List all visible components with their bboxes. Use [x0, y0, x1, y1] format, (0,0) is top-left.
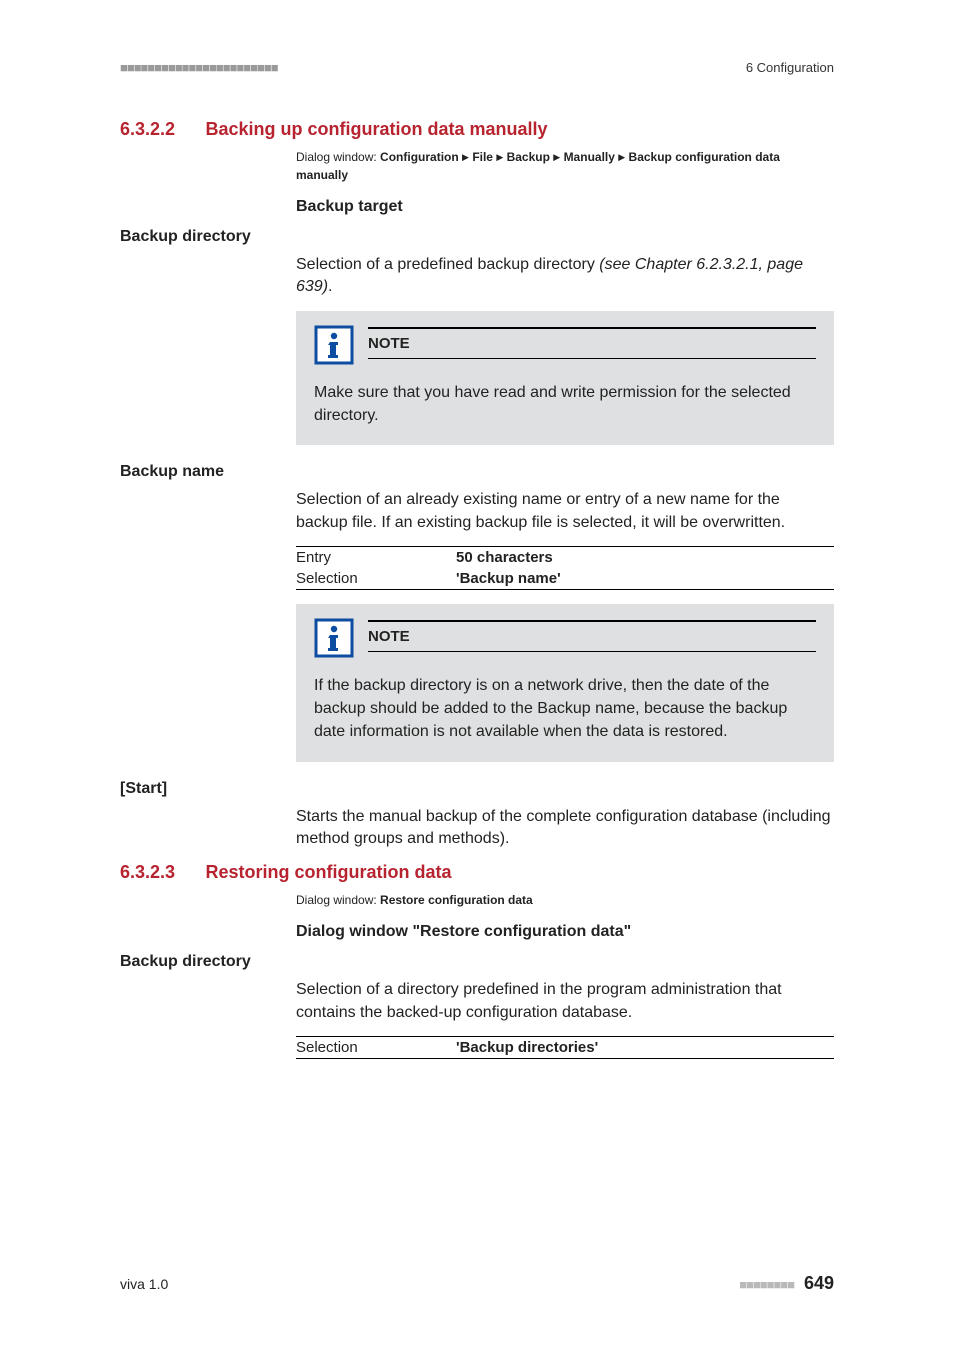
- start-text: Starts the manual backup of the complete…: [296, 806, 834, 851]
- section-title: Backing up configuration data manually: [206, 119, 548, 140]
- page-footer: viva 1.0 ■■■■■■■■ 649: [120, 1273, 834, 1294]
- section-number: 6.3.2.2: [120, 119, 175, 140]
- note-title: NOTE: [368, 628, 816, 645]
- footer-ticks: ■■■■■■■■: [739, 1277, 794, 1292]
- dialog-path-2: Dialog window: Restore configuration dat…: [296, 891, 834, 909]
- section-title: Restoring configuration data: [206, 862, 452, 883]
- note-body-1: Make sure that you have read and write p…: [314, 381, 816, 427]
- table-row: Selection 'Backup directories': [296, 1037, 834, 1058]
- note-box-1: NOTE Make sure that you have read and wr…: [296, 311, 834, 445]
- restore-backup-directory-table: Selection 'Backup directories': [296, 1036, 834, 1059]
- subheading-restore-dialog: Dialog window "Restore configuration dat…: [296, 923, 834, 941]
- chevron-right-icon: ▶: [496, 152, 503, 162]
- info-icon: [314, 618, 354, 658]
- header-section-label: 6 Configuration: [746, 60, 834, 75]
- section-number: 6.3.2.3: [120, 862, 175, 883]
- backup-name-text: Selection of an already existing name or…: [296, 489, 834, 534]
- page-header: ■■■■■■■■■■■■■■■■■■■■■■■ 6 Configuration: [120, 60, 834, 75]
- chevron-right-icon: ▶: [553, 152, 560, 162]
- dialog-path-1: Dialog window: Configuration ▶ File ▶ Ba…: [296, 148, 834, 184]
- backup-directory-text: Selection of a predefined backup directo…: [296, 254, 834, 299]
- restore-backup-directory-text: Selection of a directory predefined in t…: [296, 979, 834, 1024]
- table-row: Entry 50 characters: [296, 547, 834, 568]
- field-label-start: [Start]: [120, 780, 834, 798]
- subheading-backup-target: Backup target: [296, 198, 834, 216]
- note-body-2: If the backup directory is on a network …: [314, 674, 816, 744]
- backup-name-table: Entry 50 characters Selection 'Backup na…: [296, 546, 834, 590]
- chevron-right-icon: ▶: [462, 152, 469, 162]
- footer-left: viva 1.0: [120, 1276, 168, 1292]
- footer-right: ■■■■■■■■ 649: [739, 1273, 834, 1294]
- field-label-backup-directory-2: Backup directory: [120, 953, 834, 971]
- table-row: Selection 'Backup name': [296, 568, 834, 589]
- section-heading-6-3-2-3: 6.3.2.3 Restoring configuration data: [120, 862, 834, 883]
- header-ticks: ■■■■■■■■■■■■■■■■■■■■■■■: [120, 60, 278, 75]
- field-label-backup-name: Backup name: [120, 463, 834, 481]
- note-title: NOTE: [368, 335, 816, 352]
- info-icon: [314, 325, 354, 365]
- chevron-right-icon: ▶: [618, 152, 625, 162]
- page-number: 649: [804, 1273, 834, 1293]
- note-box-2: NOTE If the backup directory is on a net…: [296, 604, 834, 762]
- field-label-backup-directory: Backup directory: [120, 228, 834, 246]
- section-heading-6-3-2-2: 6.3.2.2 Backing up configuration data ma…: [120, 119, 834, 140]
